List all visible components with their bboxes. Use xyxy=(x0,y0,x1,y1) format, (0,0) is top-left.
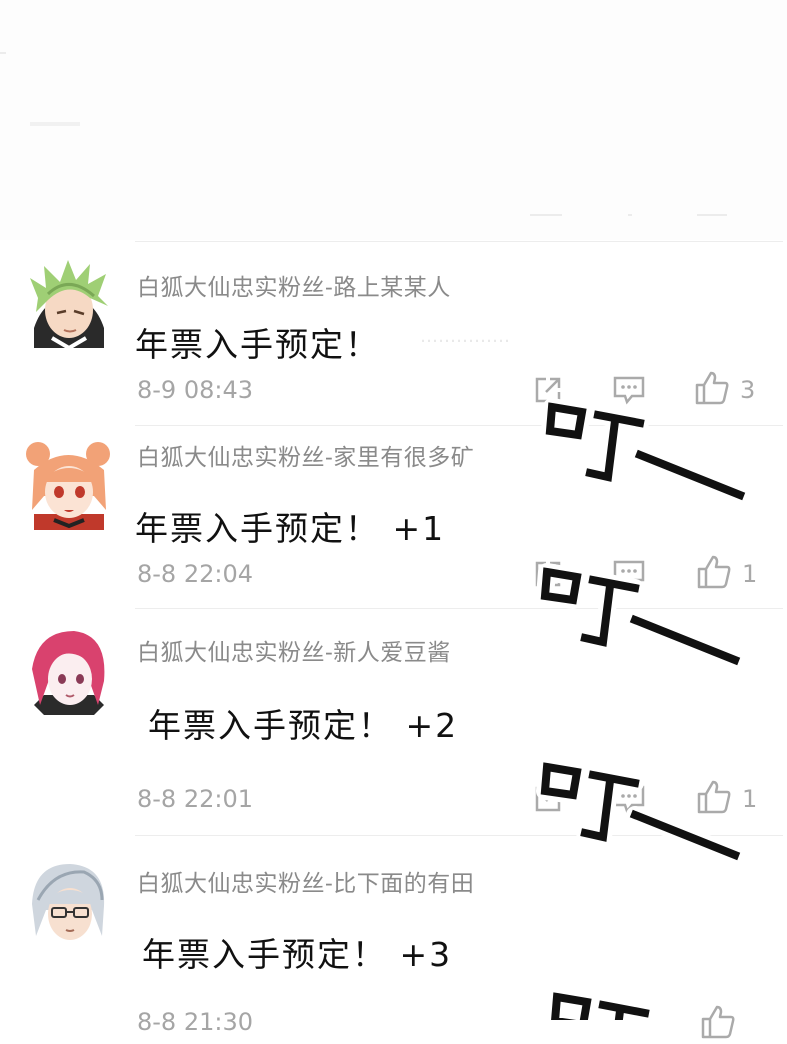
comment-divider xyxy=(135,241,783,242)
faded-background-text: …………… xyxy=(420,326,510,347)
like-count: 1 xyxy=(742,560,758,588)
comment-time: 8-8 22:04 xyxy=(137,560,253,588)
like-count: 3 xyxy=(740,376,756,404)
comment-username[interactable]: 白狐大仙忠实粉丝-家里有很多矿 xyxy=(137,438,474,472)
comment-text: 年票入手预定！ +3 xyxy=(142,935,453,974)
comment-time: 8-8 21:30 xyxy=(137,1008,253,1036)
silver-hair-glasses-avatar[interactable] xyxy=(24,860,114,950)
green-hair-avatar[interactable] xyxy=(24,258,114,348)
comment-text: 年票入手预定！ xyxy=(135,325,380,364)
comment-divider xyxy=(135,608,783,609)
like-icon[interactable] xyxy=(696,779,732,819)
share-icon[interactable] xyxy=(532,783,564,819)
reply-icon[interactable] xyxy=(612,783,646,819)
share-icon[interactable] xyxy=(532,558,564,594)
orange-bun-avatar[interactable] xyxy=(24,440,114,530)
comment-text: 年票入手预定！ +1 xyxy=(135,509,446,548)
comment-time: 8-8 22:01 xyxy=(137,785,253,813)
like-icon[interactable] xyxy=(694,370,730,410)
comment-username[interactable]: 白狐大仙忠实粉丝-路上某某人 xyxy=(137,268,451,302)
comment-divider xyxy=(135,425,783,426)
comment-username[interactable]: 白狐大仙忠实粉丝-新人爱豆酱 xyxy=(137,633,451,667)
comment-text: 年票入手预定！ +2 xyxy=(148,706,459,745)
like-count: 1 xyxy=(742,785,758,813)
reply-icon[interactable] xyxy=(612,558,646,594)
previous-content-area xyxy=(0,0,787,240)
like-icon[interactable] xyxy=(696,554,732,594)
like-icon[interactable] xyxy=(700,1004,736,1044)
comment-username[interactable]: 白狐大仙忠实粉丝-比下面的有田 xyxy=(137,864,474,898)
share-icon[interactable] xyxy=(532,374,564,410)
pink-hair-avatar[interactable] xyxy=(24,625,114,715)
comment-divider xyxy=(135,835,783,836)
reply-icon[interactable] xyxy=(612,374,646,410)
comment-time: 8-9 08:43 xyxy=(137,376,253,404)
